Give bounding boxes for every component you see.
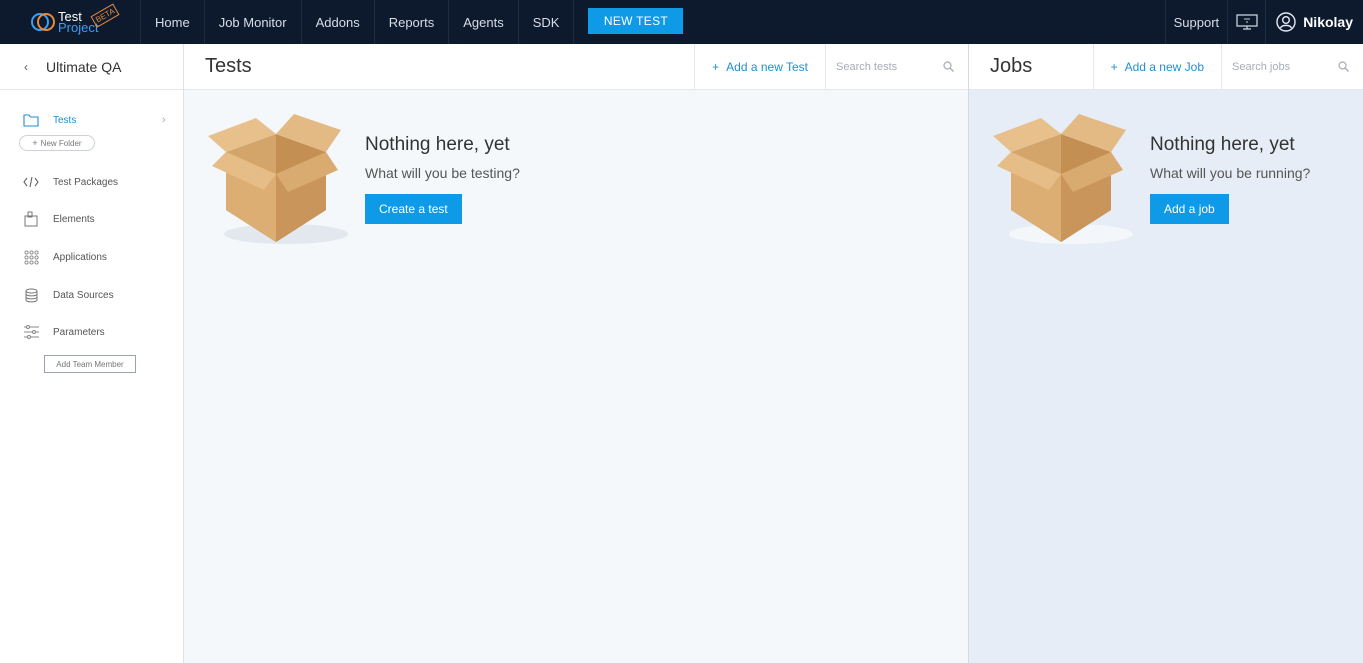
nav-reports[interactable]: Reports [375, 0, 450, 44]
user-name: Nikolay [1303, 14, 1353, 30]
empty-box-icon [208, 114, 348, 244]
add-new-job-link[interactable]: + Add a new Job [1092, 44, 1221, 89]
search-icon [943, 61, 954, 72]
nav-home[interactable]: Home [141, 0, 205, 44]
new-folder-button[interactable]: + New Folder [19, 135, 95, 151]
create-test-button[interactable]: Create a test [365, 194, 462, 224]
empty-title: Nothing here, yet [1150, 134, 1295, 155]
chevron-right-icon[interactable]: › [162, 114, 166, 126]
sidebar-item-applications[interactable]: Applications [23, 249, 107, 265]
sliders-icon [23, 324, 39, 340]
monitor-button[interactable] [1228, 0, 1267, 44]
sidebar-item-label: Test Packages [53, 176, 119, 188]
logo-icon [31, 13, 55, 31]
user-avatar-icon [1276, 12, 1296, 32]
plus-icon: + [32, 138, 38, 148]
sidebar-item-label: Applications [53, 251, 107, 263]
sidebar-item-label: Data Sources [53, 289, 114, 301]
add-job-button[interactable]: Add a job [1150, 194, 1229, 224]
tests-title: Tests [205, 55, 252, 77]
search-placeholder: Search tests [836, 60, 898, 73]
tests-panel: Tests + Add a new Test Search tests Noth… [184, 44, 968, 663]
sidebar-item-label: Parameters [53, 326, 105, 338]
jobs-header: Jobs + Add a new Job Search jobs [969, 44, 1363, 90]
nav-sdk[interactable]: SDK [519, 0, 575, 44]
add-new-test-label: Add a new Test [726, 59, 808, 74]
nav-job-monitor[interactable]: Job Monitor [205, 0, 302, 44]
user-menu[interactable]: Nikolay [1266, 0, 1363, 44]
empty-subtitle: What will you be testing? [365, 165, 520, 181]
jobs-panel: Jobs + Add a new Job Search jobs Nothing… [968, 44, 1363, 663]
sidebar-item-parameters[interactable]: Parameters [23, 324, 105, 340]
beta-badge: BETA [90, 3, 120, 28]
add-new-test-link[interactable]: + Add a new Test [694, 44, 825, 89]
monitor-icon [1236, 14, 1258, 30]
project-name[interactable]: Ultimate QA [46, 59, 121, 75]
tests-empty-state: Nothing here, yet What will you be testi… [206, 114, 520, 249]
empty-subtitle: What will you be running? [1150, 165, 1311, 181]
sidebar-item-label: Tests [53, 114, 77, 126]
sidebar-header: ‹ Ultimate QA [0, 44, 183, 90]
plus-icon: + [1110, 59, 1118, 74]
tests-header: Tests + Add a new Test Search tests [184, 44, 968, 90]
new-folder-label: New Folder [40, 138, 82, 148]
add-new-job-label: Add a new Job [1124, 59, 1204, 74]
sidebar-item-tests[interactable]: Tests [23, 112, 76, 128]
testproject-logo[interactable]: Test Project BETA [0, 0, 141, 44]
database-icon [23, 287, 39, 303]
jobs-title: Jobs [990, 55, 1033, 77]
top-navbar: Test Project BETA Home Job Monitor Addon… [0, 0, 1363, 44]
search-placeholder: Search jobs [1232, 60, 1291, 73]
chevron-left-icon[interactable]: ‹ [24, 60, 28, 74]
search-jobs-input[interactable]: Search jobs [1221, 44, 1363, 89]
jobs-empty-state: Nothing here, yet What will you be runni… [991, 114, 1310, 249]
nav-addons[interactable]: Addons [302, 0, 375, 44]
search-tests-input[interactable]: Search tests [825, 44, 968, 89]
nav-agents[interactable]: Agents [449, 0, 519, 44]
sidebar-item-label: Elements [53, 213, 95, 225]
search-icon [1338, 61, 1349, 72]
add-team-member-button[interactable]: Add Team Member [44, 355, 136, 373]
sidebar: ‹ Ultimate QA Tests › + New Folder Test … [0, 44, 184, 663]
sidebar-item-test-packages[interactable]: Test Packages [23, 174, 118, 190]
elements-icon [23, 211, 39, 227]
code-icon [23, 174, 39, 190]
logo-text-project: Project [58, 20, 99, 35]
nav-support[interactable]: Support [1164, 0, 1229, 44]
new-test-button[interactable]: NEW TEST [588, 8, 684, 34]
empty-box-icon [993, 114, 1133, 244]
sidebar-item-elements[interactable]: Elements [23, 211, 95, 227]
sidebar-item-data-sources[interactable]: Data Sources [23, 287, 114, 303]
empty-title: Nothing here, yet [365, 134, 510, 155]
apps-grid-icon [23, 249, 39, 265]
folder-icon [23, 112, 39, 128]
plus-icon: + [712, 59, 720, 74]
